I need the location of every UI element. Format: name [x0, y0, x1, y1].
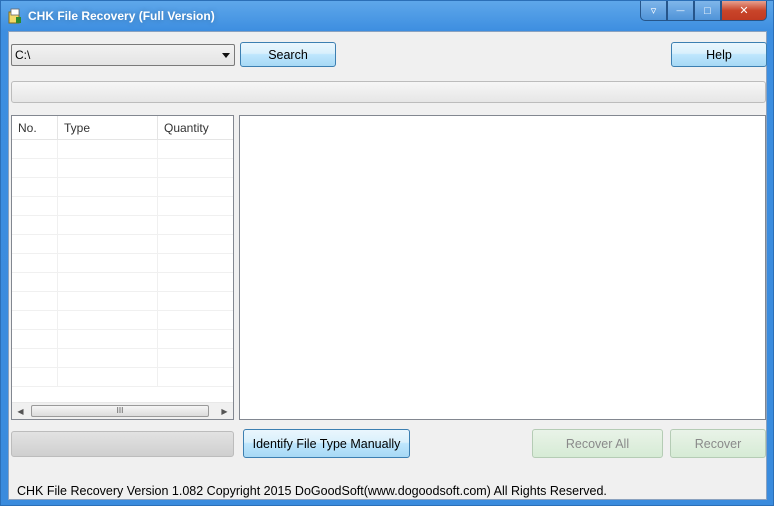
table-cell — [12, 349, 58, 368]
scrollbar-thumb[interactable]: III — [31, 404, 209, 417]
list-body — [12, 140, 233, 402]
maximize-button[interactable]: □ — [694, 1, 721, 21]
table-row[interactable] — [12, 159, 233, 178]
table-cell — [58, 216, 158, 235]
scrollbar-grip: III — [116, 406, 124, 415]
scrollbar-track[interactable]: III — [29, 403, 216, 420]
table-cell — [158, 235, 233, 254]
table-cell — [158, 197, 233, 216]
table-row[interactable] — [12, 273, 233, 292]
search-button[interactable]: Search — [240, 42, 336, 67]
table-cell — [12, 159, 58, 178]
scroll-left-icon[interactable]: ◀ — [12, 403, 29, 420]
table-cell — [12, 140, 58, 159]
table-cell — [12, 273, 58, 292]
table-cell — [158, 330, 233, 349]
minimize-icon: — — [676, 6, 685, 15]
recover-button-label: Recover — [694, 436, 742, 451]
app-icon — [8, 8, 21, 24]
table-cell — [58, 311, 158, 330]
table-row[interactable] — [12, 292, 233, 311]
scroll-right-icon[interactable]: ▶ — [216, 403, 233, 420]
table-cell — [58, 159, 158, 178]
table-row[interactable] — [12, 178, 233, 197]
recover-button[interactable]: Recover — [670, 429, 766, 458]
recover-all-button-label: Recover All — [565, 436, 630, 451]
search-button-label: Search — [268, 47, 308, 62]
table-cell — [12, 178, 58, 197]
app-window: CHK File Recovery (Full Version) ▿ — □ ✕… — [0, 0, 774, 506]
table-cell — [158, 368, 233, 387]
file-type-list[interactable]: No. Type Quantity ◀ III ▶ — [11, 115, 234, 420]
title-bar[interactable]: CHK File Recovery (Full Version) ▿ — □ ✕ — [1, 1, 773, 31]
table-cell — [12, 216, 58, 235]
table-cell — [158, 159, 233, 178]
table-cell — [12, 311, 58, 330]
chevron-down-icon: ▿ — [650, 5, 657, 17]
caption-buttons: ▿ — □ ✕ — [640, 1, 767, 21]
close-icon: ✕ — [739, 5, 749, 17]
help-button-label: Help — [706, 47, 732, 62]
identify-button-label: Identify File Type Manually — [252, 436, 401, 451]
table-cell — [158, 140, 233, 159]
table-cell — [158, 216, 233, 235]
table-row[interactable] — [12, 140, 233, 159]
table-row[interactable] — [12, 368, 233, 387]
table-cell — [158, 254, 233, 273]
table-row[interactable] — [12, 349, 233, 368]
table-cell — [58, 197, 158, 216]
table-cell — [12, 235, 58, 254]
status-text: CHK File Recovery Version 1.082 Copyrigh… — [17, 484, 607, 498]
table-cell — [158, 273, 233, 292]
column-header-type[interactable]: Type — [58, 116, 158, 140]
minimize-button[interactable]: — — [667, 1, 694, 21]
scan-progress-bar — [11, 81, 766, 103]
table-cell — [158, 349, 233, 368]
table-row[interactable] — [12, 330, 233, 349]
table-cell — [58, 349, 158, 368]
table-cell — [58, 368, 158, 387]
table-cell — [12, 197, 58, 216]
drive-select[interactable]: C:\ — [11, 44, 235, 66]
table-cell — [12, 254, 58, 273]
table-row[interactable] — [12, 235, 233, 254]
table-cell — [58, 273, 158, 292]
table-cell — [12, 368, 58, 387]
chevron-down-icon — [218, 45, 234, 65]
table-cell — [58, 254, 158, 273]
horizontal-scrollbar[interactable]: ◀ III ▶ — [12, 402, 233, 419]
help-button[interactable]: Help — [671, 42, 767, 67]
table-cell — [58, 140, 158, 159]
recovery-progress-bar — [11, 431, 234, 457]
table-cell — [58, 330, 158, 349]
recover-all-button[interactable]: Recover All — [532, 429, 663, 458]
column-header-quantity[interactable]: Quantity — [158, 116, 233, 140]
maximize-icon: □ — [704, 4, 711, 17]
window-title: CHK File Recovery (Full Version) — [28, 9, 215, 23]
table-cell — [158, 178, 233, 197]
table-cell — [12, 330, 58, 349]
table-cell — [158, 292, 233, 311]
table-cell — [12, 292, 58, 311]
column-header-no[interactable]: No. — [12, 116, 58, 140]
close-button[interactable]: ✕ — [721, 1, 767, 21]
table-cell — [58, 235, 158, 254]
table-row[interactable] — [12, 197, 233, 216]
client-area: C:\ Search Help No. Type Quantity ◀ III … — [8, 31, 767, 500]
table-cell — [158, 311, 233, 330]
table-cell — [58, 292, 158, 311]
table-row[interactable] — [12, 254, 233, 273]
table-row[interactable] — [12, 216, 233, 235]
table-cell — [58, 178, 158, 197]
table-row[interactable] — [12, 311, 233, 330]
file-detail-pane[interactable] — [239, 115, 766, 420]
identify-file-type-button[interactable]: Identify File Type Manually — [243, 429, 410, 458]
drive-select-value: C:\ — [15, 48, 31, 62]
list-header: No. Type Quantity — [12, 116, 233, 140]
caption-dropdown-button[interactable]: ▿ — [640, 1, 667, 21]
